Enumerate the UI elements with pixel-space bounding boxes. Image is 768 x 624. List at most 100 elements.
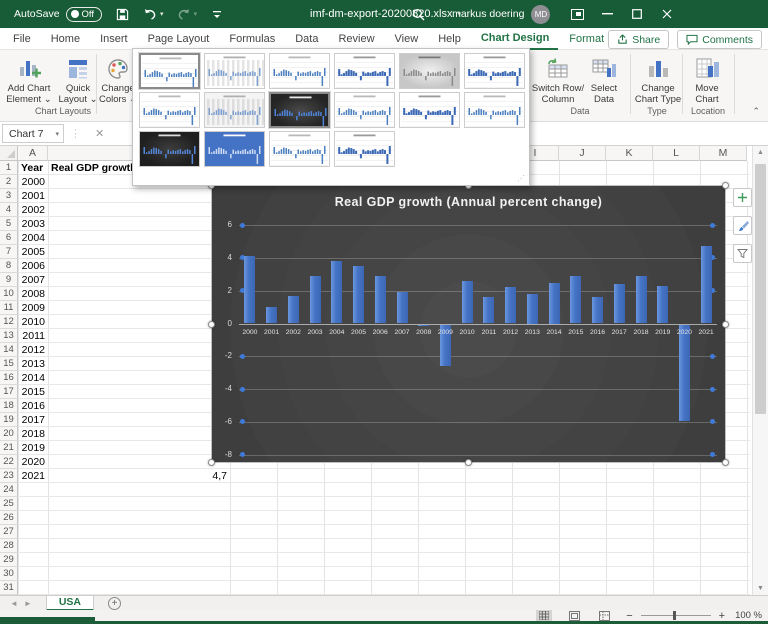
share-button[interactable]: Share	[608, 30, 669, 49]
cell-year[interactable]: 2012	[18, 343, 48, 357]
tab-review[interactable]: Review	[329, 28, 383, 50]
tab-chart-design[interactable]: Chart Design	[472, 28, 558, 50]
tab-help[interactable]: Help	[429, 28, 470, 50]
cell-year[interactable]: 2007	[18, 273, 48, 287]
undo-icon[interactable]	[142, 6, 158, 22]
normal-view-icon[interactable]	[536, 610, 552, 621]
quick-access-customize-icon[interactable]	[209, 6, 225, 22]
chart-filters-button[interactable]	[733, 244, 752, 263]
redo-dropdown[interactable]: ▾	[194, 10, 198, 18]
cell-year[interactable]: 2014	[18, 371, 48, 385]
scroll-up-icon[interactable]: ▲	[753, 149, 768, 156]
chart-selection-handle[interactable]	[722, 321, 729, 328]
cell-year[interactable]: 2015	[18, 385, 48, 399]
minimize-button[interactable]	[592, 0, 622, 28]
cell-year[interactable]: 2010	[18, 315, 48, 329]
ribbon-display-options-icon[interactable]	[562, 0, 592, 28]
user-avatar[interactable]: MD	[531, 5, 550, 24]
zoom-in-icon[interactable]: +	[719, 610, 725, 622]
cell-year[interactable]: 2003	[18, 217, 48, 231]
chart-style-thumbnail[interactable]	[139, 53, 200, 89]
chart-style-thumbnail[interactable]	[334, 131, 395, 167]
chart-style-thumbnail[interactable]	[204, 131, 265, 167]
chart-elements-button[interactable]	[733, 188, 752, 207]
chart-style-thumbnail[interactable]	[139, 92, 200, 128]
page-layout-view-icon[interactable]	[566, 610, 582, 621]
chart-style-thumbnail[interactable]	[464, 53, 525, 89]
tab-insert[interactable]: Insert	[91, 28, 137, 50]
sheet-nav-right-icon[interactable]: ►	[24, 599, 32, 608]
vertical-scrollbar[interactable]: ▲ ▼	[752, 146, 768, 595]
gallery-resize-handle[interactable]: ⋰	[517, 174, 526, 183]
user-name[interactable]: markus doering	[452, 8, 524, 20]
tab-format[interactable]: Format	[560, 28, 613, 50]
chart-style-thumbnail[interactable]	[139, 131, 200, 167]
cell-year[interactable]: 2008	[18, 287, 48, 301]
cell-year[interactable]: 2000	[18, 175, 48, 189]
close-button[interactable]	[652, 0, 682, 28]
cell-year[interactable]: 2016	[18, 399, 48, 413]
tab-formulas[interactable]: Formulas	[220, 28, 284, 50]
collapse-ribbon-icon[interactable]: ⌃	[752, 106, 760, 117]
cell-year[interactable]: 2020	[18, 455, 48, 469]
chart-object[interactable]: Real GDP growth (Annual percent change) …	[211, 185, 726, 463]
chart-style-thumbnail[interactable]	[269, 131, 330, 167]
vertical-scroll-thumb[interactable]	[755, 164, 766, 414]
zoom-out-icon[interactable]: −	[626, 610, 632, 622]
tab-page-layout[interactable]: Page Layout	[139, 28, 219, 50]
cell-year[interactable]: 2005	[18, 245, 48, 259]
page-break-view-icon[interactable]	[596, 610, 612, 621]
cell-year[interactable]: 2019	[18, 441, 48, 455]
cell-a1[interactable]: Year	[18, 161, 48, 175]
chart-style-thumbnail[interactable]	[269, 53, 330, 89]
chart-style-thumbnail[interactable]	[334, 92, 395, 128]
tab-file[interactable]: File	[4, 28, 40, 50]
chart-selection-handle[interactable]	[208, 459, 215, 466]
zoom-slider[interactable]	[641, 615, 711, 616]
chart-styles-gallery: ⋰	[132, 48, 530, 186]
chart-bar	[614, 284, 625, 323]
scroll-down-icon[interactable]: ▼	[753, 585, 768, 592]
cancel-formula-icon[interactable]: ✕	[95, 127, 104, 140]
chart-selection-handle[interactable]	[465, 459, 472, 466]
maximize-button[interactable]	[622, 0, 652, 28]
tab-label: Chart Design	[481, 32, 549, 44]
cell-year[interactable]: 2011	[18, 329, 48, 343]
cell-year[interactable]: 2013	[18, 357, 48, 371]
chart-title[interactable]: Real GDP growth (Annual percent change)	[212, 195, 725, 209]
chart-style-thumbnail[interactable]	[269, 92, 330, 128]
zoom-level[interactable]: 100 %	[735, 610, 762, 621]
cell-b23[interactable]: 4,7	[48, 469, 230, 483]
cell-year[interactable]: 2017	[18, 413, 48, 427]
chart-selection-handle[interactable]	[722, 459, 729, 466]
cell-year[interactable]: 2006	[18, 259, 48, 273]
new-sheet-icon[interactable]: +	[108, 597, 121, 610]
cell-year[interactable]: 2018	[18, 427, 48, 441]
autosave-toggle[interactable]: Off	[66, 7, 103, 22]
zoom-slider-thumb[interactable]	[673, 611, 676, 620]
cell-year[interactable]: 2001	[18, 189, 48, 203]
chart-style-thumbnail[interactable]	[204, 92, 265, 128]
sheet-tab-usa[interactable]: USA	[46, 596, 94, 611]
tab-data[interactable]: Data	[286, 28, 327, 50]
comments-button[interactable]: Comments	[677, 30, 762, 49]
chart-style-thumbnail[interactable]	[464, 92, 525, 128]
save-icon[interactable]	[114, 6, 130, 22]
cell-year[interactable]: 2002	[18, 203, 48, 217]
chart-style-thumbnail[interactable]	[399, 53, 460, 89]
tab-view[interactable]: View	[386, 28, 428, 50]
redo-icon[interactable]	[176, 6, 192, 22]
sheet-nav-left-icon[interactable]: ◄	[10, 599, 18, 608]
cell-year[interactable]: 2004	[18, 231, 48, 245]
cell-year[interactable]: 2009	[18, 301, 48, 315]
chart-styles-button[interactable]	[733, 216, 752, 235]
chart-style-thumbnail[interactable]	[399, 92, 460, 128]
cell-year[interactable]: 2021	[18, 469, 48, 483]
tab-home[interactable]: Home	[42, 28, 89, 50]
chart-style-thumbnail[interactable]	[334, 53, 395, 89]
undo-dropdown[interactable]: ▾	[160, 10, 164, 18]
chart-selection-handle[interactable]	[722, 182, 729, 189]
chart-style-thumbnail[interactable]	[204, 53, 265, 89]
name-box[interactable]: Chart 7▾	[2, 124, 64, 143]
chart-selection-handle[interactable]	[208, 321, 215, 328]
